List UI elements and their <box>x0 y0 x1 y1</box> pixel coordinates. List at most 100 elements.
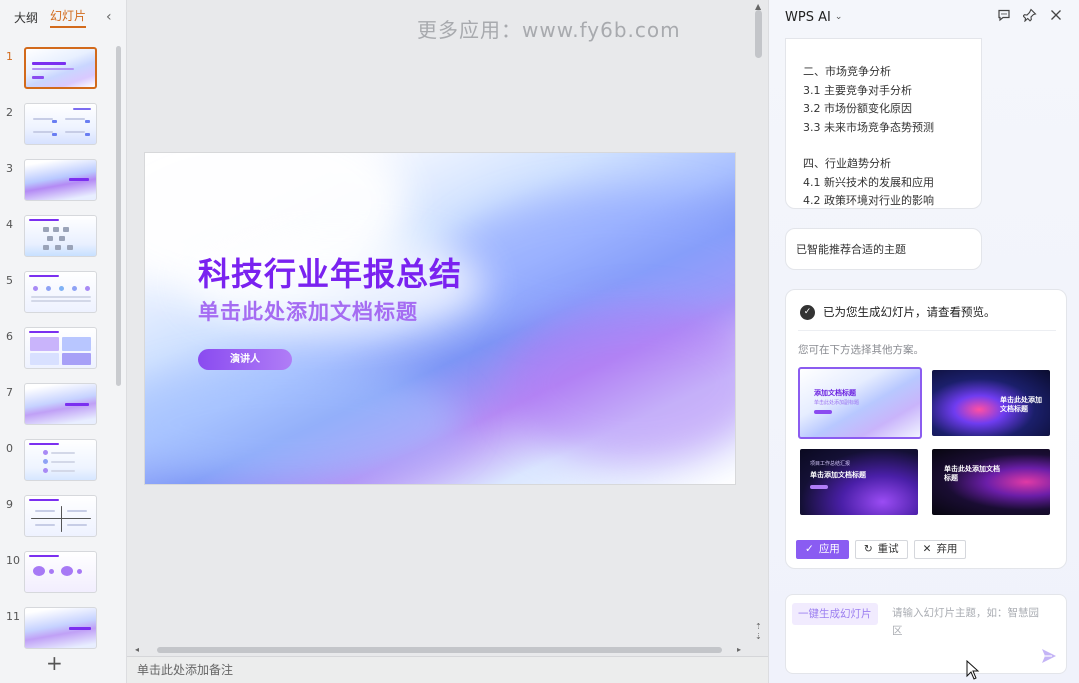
close-icon: ✕ <box>922 543 932 555</box>
slide-thumbnail[interactable] <box>24 607 97 649</box>
outline-line: 4.2 政策环境对行业的影响 <box>803 194 934 207</box>
option-subtitle: 项目工作总结汇报 <box>810 461 851 467</box>
prompt-input[interactable]: 请输入幻灯片主题，如：智慧园区 <box>892 604 1042 640</box>
slide-thumbnail-row[interactable]: 4 <box>0 212 115 268</box>
slide-thumbnail-row[interactable]: 1 <box>0 44 115 100</box>
plus-icon[interactable]: + <box>46 653 63 673</box>
presenter-label[interactable]: 演讲人 <box>198 349 292 370</box>
thumb-line <box>65 118 85 120</box>
notes-field[interactable]: 单击此处添加备注 <box>127 656 768 683</box>
vertical-scrollbar[interactable] <box>755 10 762 58</box>
slide-thumbnail[interactable] <box>24 551 97 593</box>
outline-line: 3.1 主要竞争对手分析 <box>803 83 912 97</box>
scroll-page-down-icon[interactable]: ⇣ <box>755 632 762 641</box>
theme-option-1[interactable]: 添加文档标题 单击此处添加副标题 <box>798 367 922 439</box>
vertical-scroll-track[interactable]: ▲ ⇡ ⇣ <box>751 0 767 645</box>
thumb-box <box>43 245 49 250</box>
wps-ai-panel: WPS AI ⌄ 二、市场竞争分析 3.1 主要竞争对手分析 3.2 市场份额变… <box>768 0 1079 683</box>
tab-outline[interactable]: 大纲 <box>14 9 38 26</box>
thumb-line <box>69 627 91 630</box>
thumbnail-scrollbar[interactable] <box>116 46 121 386</box>
slide-thumbnail-row[interactable]: 0 <box>0 436 115 492</box>
thumb-box <box>33 566 45 576</box>
outline-line: 3.2 市场份额变化原因 <box>803 102 912 115</box>
slide-number: 7 <box>6 386 13 399</box>
slide-editor: 更多应用：www.fy6b.com ▲ ⇡ ⇣ 科技行业年报总结 单击此处添加文… <box>127 0 768 683</box>
chevron-left-icon[interactable]: ‹ <box>106 9 112 25</box>
horizontal-scroll-track[interactable]: ◂ ▸ <box>127 645 768 655</box>
slide-thumbnail-row[interactable]: 7 <box>0 380 115 436</box>
slide-thumbnail-row[interactable]: 10 <box>0 548 115 604</box>
slide-thumbnail[interactable] <box>24 439 97 481</box>
slide-thumbnail-row[interactable]: 6 <box>0 324 115 380</box>
slide-thumbnail-row[interactable]: 2 <box>0 100 115 156</box>
tab-slides[interactable]: 幻灯片 <box>50 7 87 28</box>
close-icon[interactable] <box>1049 8 1063 26</box>
slide-subtitle[interactable]: 单击此处添加文档标题 <box>198 296 418 326</box>
slide-thumbnail[interactable] <box>24 495 97 537</box>
current-slide[interactable]: 科技行业年报总结 单击此处添加文档标题 演讲人 <box>144 152 736 485</box>
thumb-line <box>51 470 75 472</box>
thumb-dot <box>49 569 54 574</box>
apply-button[interactable]: ✓ 应用 <box>796 540 849 559</box>
slide-number: 6 <box>6 330 13 343</box>
outline-line: 四、行业趋势分析 <box>803 157 891 170</box>
thumb-line <box>31 296 91 298</box>
slide-thumbnail-row[interactable]: 5 <box>0 268 115 324</box>
discard-button-label: 弃用 <box>936 543 958 555</box>
theme-option-3[interactable]: 项目工作总结汇报 单击添加文档标题 <box>800 449 918 515</box>
scroll-left-icon[interactable]: ◂ <box>135 645 139 654</box>
thumb-box <box>62 353 91 365</box>
outline-line: 二、市场竞争分析 <box>803 65 891 78</box>
ai-input-box[interactable]: 一键生成幻灯片 请输入幻灯片主题，如：智慧园区 <box>785 594 1067 674</box>
thumb-box <box>53 227 59 232</box>
watermark-text: 更多应用：www.fy6b.com <box>417 18 681 42</box>
theme-option-2[interactable]: 单击此处添加文档标题 <box>932 370 1050 436</box>
chat-icon[interactable] <box>997 8 1011 26</box>
retry-button-label: 重试 <box>877 543 899 555</box>
thumb-line <box>69 178 89 181</box>
slide-thumbnail[interactable] <box>24 159 97 201</box>
slide-number: 3 <box>6 162 13 175</box>
check-icon: ✓ <box>805 543 814 555</box>
slide-thumbnail-list: 1 2 3 4 5 6 7 0 9 10 11 <box>0 44 115 660</box>
result-headline: ✓ 已为您生成幻灯片，请查看预览。 <box>800 304 996 320</box>
thumb-line <box>31 518 91 519</box>
scroll-page-up-icon[interactable]: ⇡ <box>755 622 762 631</box>
thumb-box <box>63 227 69 232</box>
slide-thumbnail[interactable] <box>24 383 97 425</box>
slide-thumbnail[interactable] <box>24 271 97 313</box>
refresh-icon: ↻ <box>863 543 873 555</box>
retry-button[interactable]: ↻ 重试 <box>854 540 908 559</box>
thumb-dot <box>59 286 64 291</box>
thumb-box <box>52 120 57 123</box>
slide-thumbnail-row[interactable]: 3 <box>0 156 115 212</box>
slide-thumbnail-row[interactable]: 9 <box>0 492 115 548</box>
discard-button[interactable]: ✕ 弃用 <box>913 540 967 559</box>
slide-panel: 大纲 幻灯片 ‹ 1 2 3 4 5 6 7 0 9 10 11 + <box>0 0 127 683</box>
thumb-dot <box>85 286 90 291</box>
slide-title[interactable]: 科技行业年报总结 <box>198 249 462 295</box>
thumb-dot <box>43 450 48 455</box>
result-hint: 您可在下方选择其他方案。 <box>798 344 924 356</box>
slide-thumbnail[interactable] <box>24 47 97 89</box>
slide-number: 9 <box>6 498 13 511</box>
outline-line: 3.3 未来市场竞争态势预测 <box>803 120 934 134</box>
slide-thumbnail[interactable] <box>24 215 97 257</box>
thumb-pill <box>32 76 44 79</box>
scroll-right-icon[interactable]: ▸ <box>737 645 741 654</box>
send-icon[interactable] <box>1040 647 1058 665</box>
slide-thumbnail[interactable] <box>24 103 97 145</box>
generate-slides-chip[interactable]: 一键生成幻灯片 <box>792 603 878 625</box>
pin-icon[interactable] <box>1022 8 1037 26</box>
chevron-down-icon[interactable]: ⌄ <box>835 12 843 22</box>
option-title: 添加文档标题 <box>814 389 856 397</box>
outline-line: 4.1 新兴技术的发展和应用 <box>803 175 934 189</box>
option-title: 单击此处添加文档标题 <box>944 465 1000 482</box>
slide-number: 1 <box>6 50 13 63</box>
slide-thumbnail[interactable] <box>24 327 97 369</box>
theme-option-4[interactable]: 单击此处添加文档标题 <box>932 449 1050 515</box>
apply-button-label: 应用 <box>818 543 840 555</box>
horizontal-scrollbar[interactable] <box>157 647 722 653</box>
ai-title[interactable]: WPS AI <box>785 10 831 25</box>
